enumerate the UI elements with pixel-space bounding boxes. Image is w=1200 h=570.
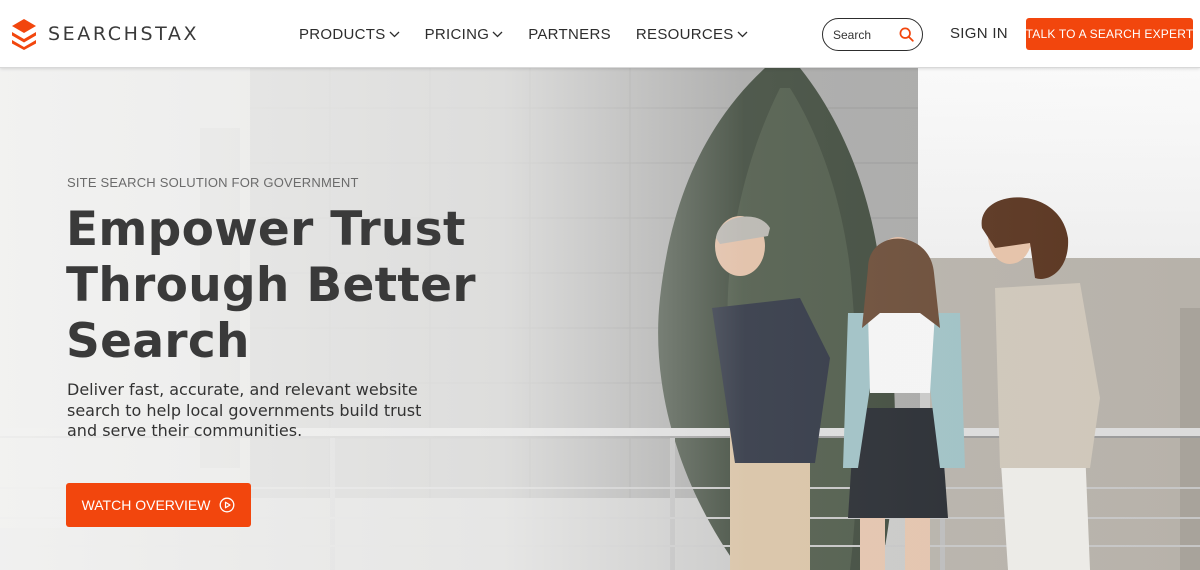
headline-line: Search: [66, 314, 250, 369]
search-input[interactable]: [833, 27, 897, 42]
talk-to-expert-button[interactable]: TALK TO A SEARCH EXPERT: [1026, 18, 1193, 50]
headline-line: Through Better: [66, 258, 476, 313]
hero-section: SITE SEARCH SOLUTION FOR GOVERNMENT Empo…: [0, 68, 1200, 570]
main-nav: PRODUCTS PRICING PARTNERS RESOURCES: [299, 23, 773, 45]
search-icon[interactable]: [899, 27, 914, 42]
nav-item-products[interactable]: PRODUCTS: [299, 26, 400, 43]
nav-item-resources[interactable]: RESOURCES: [636, 26, 748, 43]
site-header: SEARCHSTAX PRODUCTS PRICING PARTNERS RES…: [0, 0, 1200, 68]
chevron-down-icon: [389, 31, 400, 37]
play-circle-icon: [219, 497, 235, 513]
nav-item-label: PRICING: [424, 25, 490, 43]
nav-item-label: PRODUCTS: [299, 25, 386, 43]
search-box: [822, 18, 923, 51]
watch-overview-button[interactable]: WATCH OVERVIEW: [66, 483, 251, 527]
nav-item-label: RESOURCES: [635, 25, 734, 43]
logo-text: SEARCHSTAX: [48, 23, 200, 45]
hero-subtext: Deliver fast, accurate, and relevant web…: [67, 380, 422, 440]
chevron-down-icon: [492, 31, 503, 37]
hero-eyebrow: SITE SEARCH SOLUTION FOR GOVERNMENT: [67, 175, 359, 190]
nav-item-pricing[interactable]: PRICING: [425, 26, 504, 43]
chevron-down-icon: [737, 31, 748, 37]
watch-overview-label: WATCH OVERVIEW: [81, 497, 211, 513]
nav-item-label: PARTNERS: [528, 25, 611, 43]
logo[interactable]: SEARCHSTAX: [10, 17, 199, 51]
sign-in-link[interactable]: SIGN IN: [950, 25, 1008, 42]
headline-line: Empower Trust: [66, 202, 466, 257]
logo-icon: [12, 19, 36, 50]
hero-headline: Empower Trust Through Better Search: [66, 202, 526, 370]
nav-item-partners[interactable]: PARTNERS: [528, 26, 611, 43]
